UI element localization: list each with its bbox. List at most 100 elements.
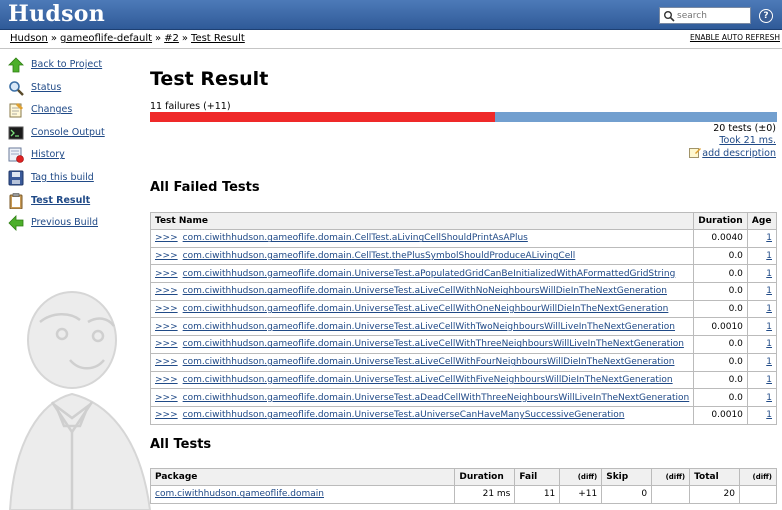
- sidebar-item-label[interactable]: Tag this build: [31, 172, 94, 183]
- expand-arrow-link[interactable]: >>>: [155, 269, 178, 279]
- table-header-row: Package Duration Fail (diff) Skip (diff)…: [149, 468, 777, 486]
- expand-arrow-link[interactable]: >>>: [155, 375, 178, 385]
- sidebar-item-label[interactable]: Changes: [31, 104, 72, 115]
- test-name-cell: >>> com.ciwithhudson.gameoflife.domain.Un…: [149, 282, 695, 301]
- test-name-link[interactable]: com.ciwithhudson.gameoflife.domain.CellT…: [183, 251, 576, 261]
- age-cell: 1: [746, 246, 778, 266]
- sidebar-item-label[interactable]: History: [31, 149, 65, 160]
- test-name-link[interactable]: com.ciwithhudson.gameoflife.domain.Unive…: [183, 286, 667, 296]
- column-skip: Skip: [601, 468, 653, 486]
- column-duration: Duration: [693, 212, 748, 230]
- duration-cell: 0.0: [693, 264, 748, 284]
- expand-arrow-link[interactable]: >>>: [155, 322, 178, 332]
- sidebar-item-status[interactable]: Status: [8, 78, 143, 101]
- table-row: >>> com.ciwithhudson.gameoflife.domain.Un…: [149, 405, 778, 425]
- test-name-link[interactable]: com.ciwithhudson.gameoflife.domain.Unive…: [183, 375, 673, 385]
- test-name-link[interactable]: com.ciwithhudson.gameoflife.domain.Unive…: [183, 339, 684, 349]
- age-cell: 1: [746, 405, 778, 425]
- age-link[interactable]: 1: [766, 339, 772, 349]
- age-link[interactable]: 1: [766, 269, 772, 279]
- sidebar-item-previous-build[interactable]: Previous Build: [8, 213, 143, 236]
- age-cell: 1: [746, 229, 778, 248]
- test-name-link[interactable]: com.ciwithhudson.gameoflife.domain.Unive…: [183, 357, 675, 367]
- fail-diff-cell: +11: [559, 485, 603, 504]
- sidebar-item-back-to-project[interactable]: Back to Project: [8, 55, 143, 78]
- package-link[interactable]: com.ciwithhudson.gameoflife.domain: [155, 489, 324, 499]
- add-description-link[interactable]: add description: [702, 148, 776, 159]
- sidebar-item-label[interactable]: Console Output: [31, 127, 105, 138]
- table-row: >>> com.ciwithhudson.gameoflife.domain.Un…: [149, 282, 778, 301]
- sidebar-item-console-output[interactable]: Console Output: [8, 123, 143, 146]
- age-cell: 1: [746, 352, 778, 372]
- test-name-link[interactable]: com.ciwithhudson.gameoflife.domain.Unive…: [183, 410, 625, 420]
- add-description[interactable]: add description: [689, 147, 776, 159]
- test-name-link[interactable]: com.ciwithhudson.gameoflife.domain.Unive…: [183, 304, 669, 314]
- table-row: >>> com.ciwithhudson.gameoflife.domain.Ce…: [149, 246, 778, 266]
- test-name-link[interactable]: com.ciwithhudson.gameoflife.domain.Unive…: [183, 393, 690, 403]
- expand-arrow-link[interactable]: >>>: [155, 357, 178, 367]
- sidebar-item-changes[interactable]: Changes: [8, 100, 143, 123]
- search-input[interactable]: [677, 9, 749, 23]
- hudson-logo[interactable]: Hudson: [8, 1, 105, 27]
- terminal-icon: [8, 126, 24, 140]
- test-name-link[interactable]: com.ciwithhudson.gameoflife.domain.Unive…: [183, 322, 675, 332]
- duration-cell: 0.0010: [693, 405, 748, 425]
- expand-arrow-link[interactable]: >>>: [155, 286, 178, 296]
- age-link[interactable]: 1: [766, 233, 772, 243]
- expand-arrow-link[interactable]: >>>: [155, 233, 178, 243]
- sidebar-item-test-result[interactable]: Test Result: [8, 191, 143, 214]
- duration-cell: 21 ms: [454, 485, 516, 504]
- took-duration-link[interactable]: Took 21 ms.: [719, 135, 776, 146]
- table-row: >>> com.ciwithhudson.gameoflife.domain.Un…: [149, 388, 778, 407]
- breadcrumb: Hudson» gameoflife-default» #2» Test Result: [10, 33, 245, 44]
- expand-arrow-link[interactable]: >>>: [155, 251, 178, 261]
- total-cell: 20: [689, 485, 740, 504]
- left-arrow-icon: [8, 215, 24, 232]
- duration-cell: 0.0: [693, 335, 748, 354]
- table-row: >>> com.ciwithhudson.gameoflife.domain.Un…: [149, 370, 778, 390]
- age-link[interactable]: 1: [766, 393, 772, 403]
- package-cell: com.ciwithhudson.gameoflife.domain: [149, 485, 456, 504]
- floppy-disk-icon: [8, 170, 24, 186]
- sidebar-item-tag-this-build[interactable]: Tag this build: [8, 168, 143, 191]
- duration-cell: 0.0: [693, 246, 748, 266]
- help-icon[interactable]: ?: [759, 9, 773, 23]
- test-name-cell: >>> com.ciwithhudson.gameoflife.domain.Un…: [149, 352, 695, 372]
- sidebar-item-label[interactable]: Back to Project: [31, 59, 102, 70]
- age-cell: 1: [746, 317, 778, 337]
- age-link[interactable]: 1: [766, 375, 772, 385]
- age-link[interactable]: 1: [766, 304, 772, 314]
- breadcrumb-job[interactable]: gameoflife-default: [60, 33, 152, 44]
- sidebar-item-label[interactable]: Status: [31, 82, 61, 93]
- enable-auto-refresh-link[interactable]: ENABLE AUTO REFRESH: [690, 33, 780, 42]
- age-cell: 1: [746, 299, 778, 319]
- age-cell: 1: [746, 388, 778, 407]
- expand-arrow-link[interactable]: >>>: [155, 410, 178, 420]
- age-link[interactable]: 1: [766, 322, 772, 332]
- age-cell: 1: [746, 370, 778, 390]
- age-link[interactable]: 1: [766, 286, 772, 296]
- column-package: Package: [149, 468, 456, 486]
- fail-cell: 11: [514, 485, 561, 504]
- all-tests-table: Package Duration Fail (diff) Skip (diff)…: [149, 468, 777, 504]
- expand-arrow-link[interactable]: >>>: [155, 339, 178, 349]
- up-arrow-icon: [8, 57, 24, 73]
- duration-cell: 0.0040: [693, 229, 748, 248]
- expand-arrow-link[interactable]: >>>: [155, 304, 178, 314]
- sidebar-item-label[interactable]: Previous Build: [31, 217, 98, 228]
- search-box[interactable]: [659, 7, 751, 24]
- sidebar-item-label[interactable]: Test Result: [31, 195, 90, 206]
- test-name-link[interactable]: com.ciwithhudson.gameoflife.domain.Unive…: [183, 269, 676, 279]
- age-link[interactable]: 1: [766, 410, 772, 420]
- breadcrumb-build[interactable]: #2: [164, 33, 179, 44]
- expand-arrow-link[interactable]: >>>: [155, 393, 178, 403]
- test-name-link[interactable]: com.ciwithhudson.gameoflife.domain.CellT…: [183, 233, 528, 243]
- sidebar-item-history[interactable]: History: [8, 145, 143, 168]
- test-name-cell: >>> com.ciwithhudson.gameoflife.domain.Un…: [149, 299, 695, 319]
- table-header-row: Test Name Duration Age: [149, 212, 778, 230]
- age-link[interactable]: 1: [766, 357, 772, 367]
- age-link[interactable]: 1: [766, 251, 772, 261]
- tests-count: 20 tests (±0): [713, 123, 776, 134]
- breadcrumb-hudson[interactable]: Hudson: [10, 33, 48, 44]
- breadcrumb-test-result[interactable]: Test Result: [191, 33, 245, 44]
